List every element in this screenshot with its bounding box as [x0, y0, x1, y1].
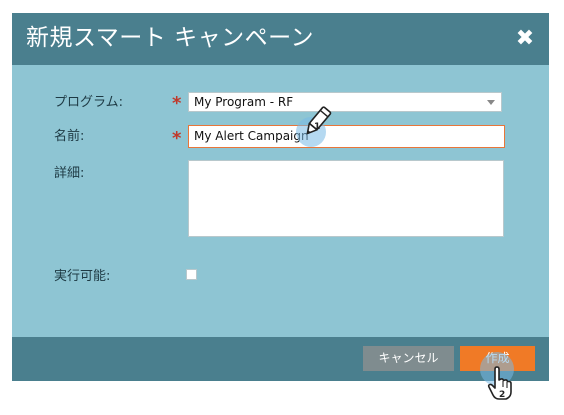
name-required-mark: *	[172, 128, 182, 149]
chevron-down-icon	[487, 100, 495, 105]
executable-checkbox[interactable]	[186, 269, 197, 280]
name-input[interactable]: My Alert Campaign	[188, 125, 505, 148]
close-icon[interactable]: ✖	[515, 28, 535, 50]
description-textarea[interactable]	[188, 160, 504, 237]
step-1-badge: 1	[314, 122, 320, 132]
program-required-mark: *	[172, 93, 182, 114]
dialog-title: 新規スマート キャンペーン	[26, 25, 314, 51]
cancel-button[interactable]: キャンセル	[363, 346, 454, 371]
dialog-footer: キャンセル 作成	[12, 337, 549, 381]
executable-label: 実行可能:	[54, 269, 111, 284]
pencil-cursor-icon: 1	[306, 106, 332, 135]
new-smart-campaign-dialog: 新規スマート キャンペーン ✖ プログラム: * My Program - RF…	[12, 13, 549, 381]
program-select-value: My Program - RF	[194, 95, 294, 109]
step-2-badge: 2	[499, 390, 505, 400]
program-select[interactable]: My Program - RF	[188, 92, 502, 112]
hand-pointer-icon: 2	[487, 366, 512, 400]
description-label: 詳細:	[54, 166, 85, 181]
name-label: 名前:	[54, 129, 85, 144]
dialog-header: 新規スマート キャンペーン ✖	[12, 13, 549, 65]
program-label: プログラム:	[54, 95, 123, 110]
